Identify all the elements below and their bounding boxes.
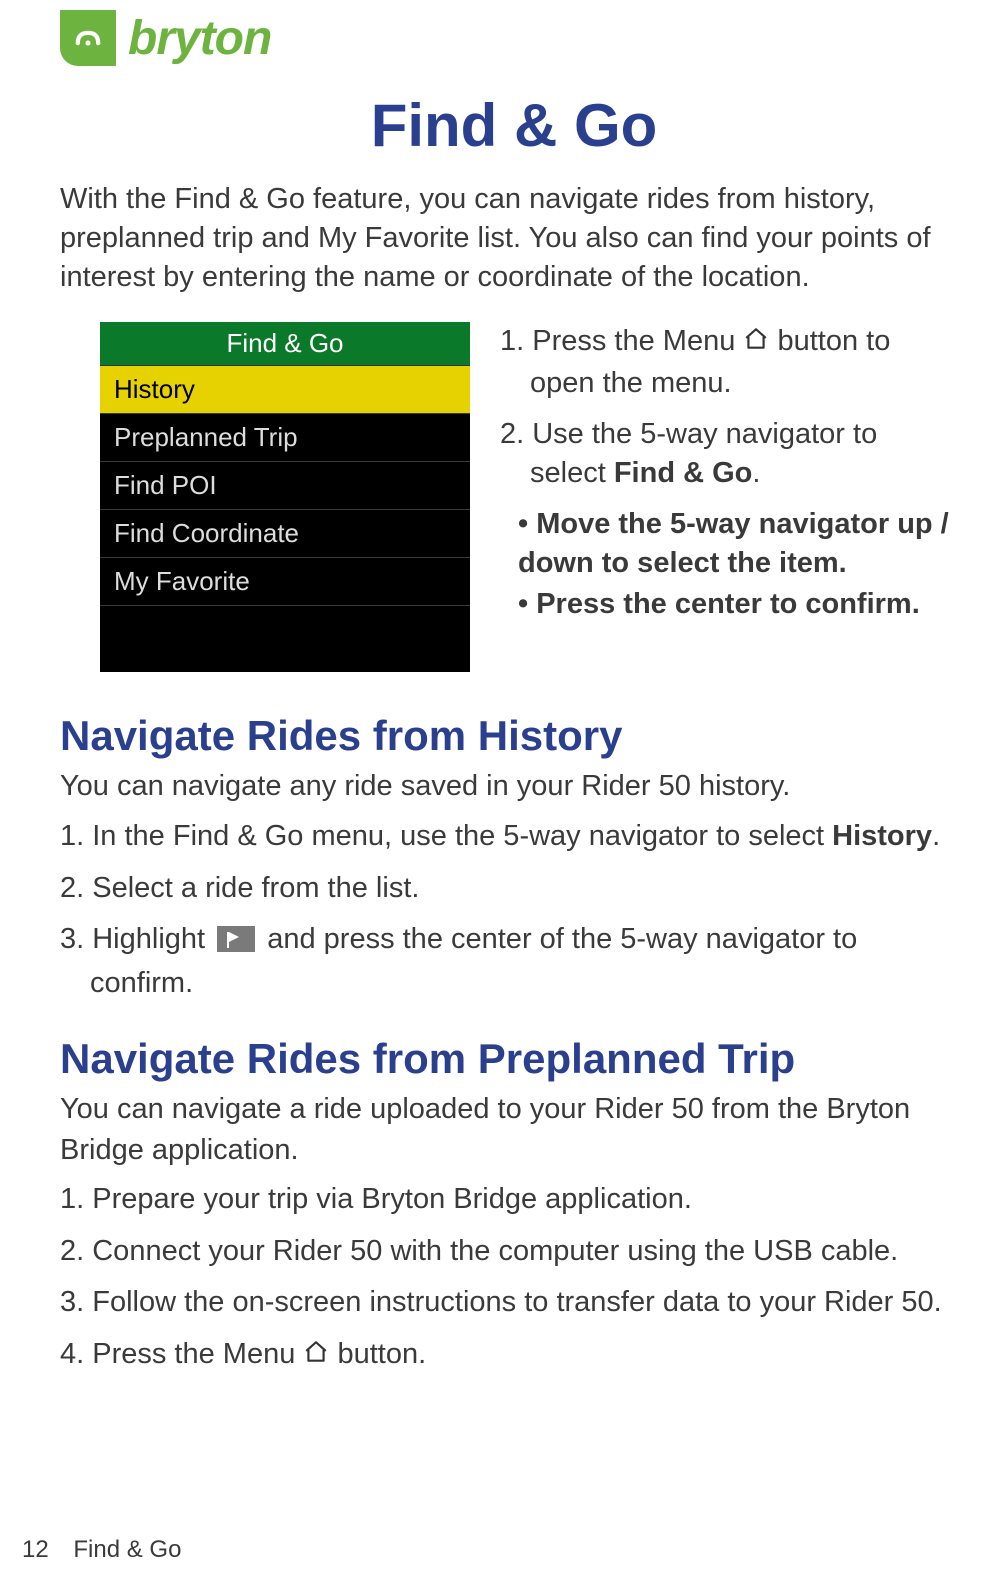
- device-menu-title: Find & Go: [100, 322, 470, 366]
- step-text: 3. Follow the on-screen instructions to …: [60, 1281, 968, 1325]
- brand-logo: bryton: [60, 10, 968, 66]
- device-menu-item: Find POI: [100, 462, 470, 510]
- device-menu-item: History: [100, 366, 470, 414]
- page-footer: 12 Find & Go: [22, 1536, 181, 1564]
- section-intro: You can navigate a ride uploaded to your…: [60, 1089, 968, 1170]
- step-text: 1. In the Find & Go menu, use the 5-way …: [60, 820, 832, 852]
- bullet-bold: • Press the center to confirm.: [518, 585, 968, 624]
- page-number: 12: [22, 1536, 49, 1563]
- step-bold: Find & Go: [614, 457, 753, 489]
- device-menu-item: Find Coordinate: [100, 510, 470, 558]
- step-text: select: [530, 457, 614, 489]
- step-text: open the menu.: [530, 367, 732, 399]
- step-text: confirm.: [60, 962, 968, 1006]
- step-text: 2. Select a ride from the list.: [60, 867, 968, 911]
- section-heading-preplanned: Navigate Rides from Preplanned Trip: [60, 1035, 968, 1083]
- footer-section: Find & Go: [73, 1536, 181, 1563]
- step-text: 2. Use the 5-way navigator to: [500, 418, 877, 450]
- step-text: 1. Prepare your trip via Bryton Bridge a…: [60, 1178, 968, 1222]
- step-bold: History: [832, 820, 932, 852]
- step-text: .: [752, 457, 760, 489]
- flag-icon: [217, 926, 255, 952]
- brand-logo-mark: [60, 10, 116, 66]
- section-heading-history: Navigate Rides from History: [60, 712, 968, 760]
- step-text: button.: [329, 1338, 426, 1370]
- step-text: 1. Press the Menu: [500, 325, 743, 357]
- home-icon: [743, 324, 769, 363]
- bullet-bold: • Move the 5-way navigator up / down to …: [518, 505, 968, 583]
- step-text: and press the center of the 5-way naviga…: [259, 923, 857, 955]
- device-screenshot: Find & Go History Preplanned Trip Find P…: [100, 322, 470, 672]
- page-title: Find & Go: [60, 91, 968, 160]
- step-text: .: [932, 820, 940, 852]
- device-menu-item: Preplanned Trip: [100, 414, 470, 462]
- device-menu-item: My Favorite: [100, 558, 470, 606]
- step-text: button to: [769, 325, 890, 357]
- step-text: 2. Connect your Rider 50 with the comput…: [60, 1230, 968, 1274]
- section-intro: You can navigate any ride saved in your …: [60, 766, 968, 807]
- top-steps: 1. Press the Menu button to open the men…: [500, 322, 968, 672]
- step-text: 3. Highlight: [60, 923, 213, 955]
- intro-paragraph: With the Find & Go feature, you can navi…: [60, 180, 968, 297]
- step-text: 4. Press the Menu: [60, 1338, 303, 1370]
- brand-logo-text: bryton: [128, 11, 271, 66]
- home-icon: [303, 1335, 329, 1379]
